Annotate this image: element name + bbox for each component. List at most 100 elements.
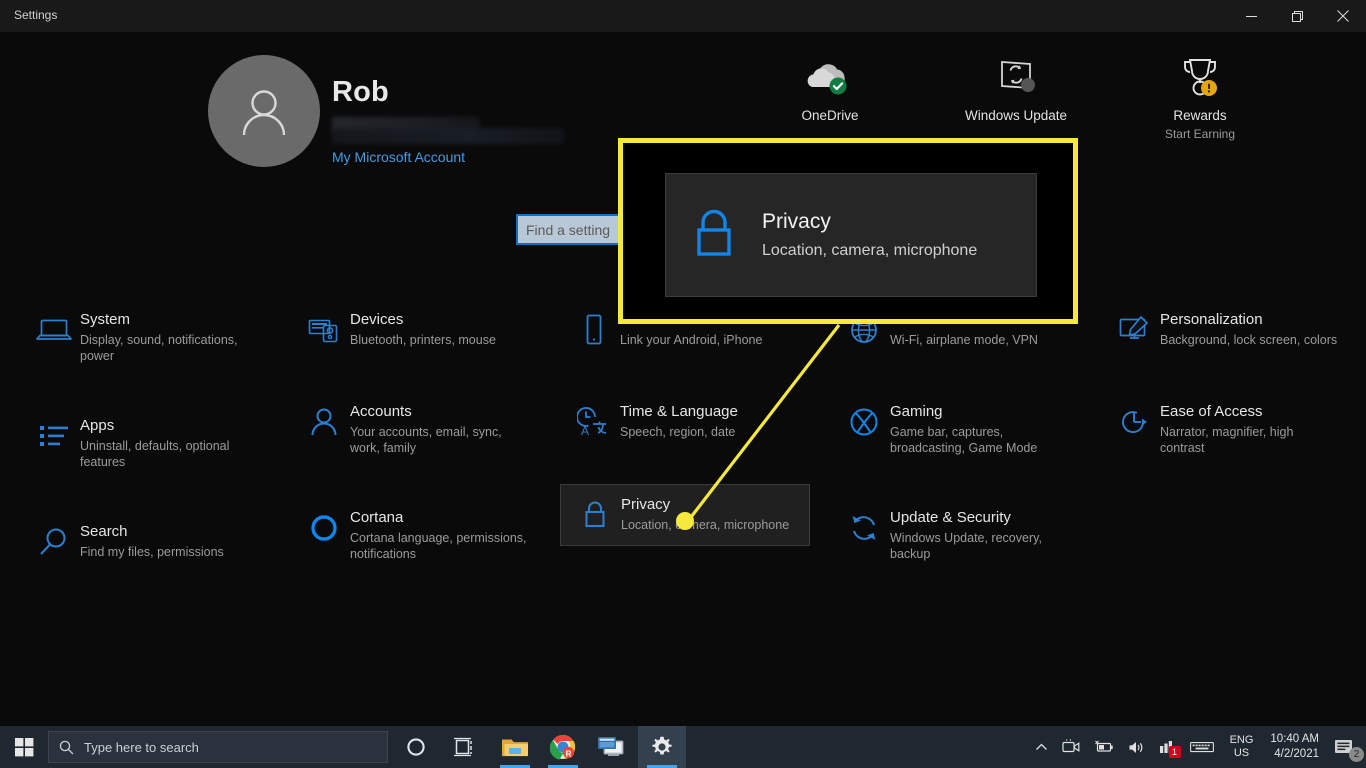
close-button[interactable] xyxy=(1320,0,1366,32)
task-view-icon xyxy=(454,737,472,757)
taskbar-cortana-button[interactable] xyxy=(392,726,440,768)
tile-sub: Speech, region, date xyxy=(620,425,736,439)
privacy-callout-tile[interactable]: Privacy Location, camera, microphone xyxy=(665,173,1037,297)
status-label: Rewards xyxy=(1173,108,1227,123)
settings-tile-devices[interactable]: Devices Bluetooth, printers, mouse xyxy=(290,300,540,360)
settings-tile-privacy[interactable]: Privacy Location, camera, microphone xyxy=(560,484,810,546)
tile-sub: Cortana language, permissions, notificat… xyxy=(350,531,527,561)
search-icon xyxy=(59,740,74,754)
time-language-icon: A xyxy=(568,402,620,442)
taskbar-task-view-button[interactable] xyxy=(440,726,488,768)
action-center-button[interactable]: 2 xyxy=(1327,726,1366,768)
file-explorer-icon xyxy=(502,739,528,756)
xbox-icon xyxy=(838,402,890,442)
minimize-button[interactable] xyxy=(1228,0,1274,32)
start-button[interactable] xyxy=(0,726,48,768)
restore-button[interactable] xyxy=(1274,0,1320,32)
clock[interactable]: 10:40 AM 4/2/2021 xyxy=(1262,732,1327,762)
lock-icon xyxy=(666,205,762,265)
taskbar-file-explorer-button[interactable] xyxy=(491,726,539,768)
remote-desktop-icon xyxy=(598,737,624,756)
my-microsoft-account-link[interactable]: My Microsoft Account xyxy=(332,149,465,165)
tile-title: Ease of Access xyxy=(1160,403,1263,420)
tile-sub: Display, sound, notifications, power xyxy=(80,333,238,363)
settings-tile-personalization[interactable]: Personalization Background, lock screen,… xyxy=(1100,300,1350,360)
tile-sub: Game bar, captures, broadcasting, Game M… xyxy=(890,425,1038,455)
taskbar: Type here to search R 1 ENG US 10:40 AM … xyxy=(0,726,1366,768)
callout-sub: Location, camera, microphone xyxy=(762,241,978,259)
status-item-windows-update[interactable]: Windows Update xyxy=(926,52,1106,127)
onedrive-cloud-icon xyxy=(740,52,920,102)
keyboard-icon[interactable] xyxy=(1183,726,1221,768)
settings-tile-update-security[interactable]: Update & Security Windows Update, recove… xyxy=(830,498,1080,572)
language-indicator[interactable]: ENG US xyxy=(1221,734,1263,760)
grid-column-2: Devices Bluetooth, printers, mouse Accou… xyxy=(290,300,560,572)
settings-tile-accounts[interactable]: Accounts Your accounts, email, sync, wor… xyxy=(290,392,540,466)
tile-sub: Background, lock screen, colors xyxy=(1160,333,1338,347)
notification-count-badge: 2 xyxy=(1349,747,1364,762)
tile-title: System xyxy=(80,311,131,328)
settings-window: Settings Rob My Microsoft Account OneDri… xyxy=(0,0,1366,768)
settings-gear-icon xyxy=(652,736,672,755)
battery-icon[interactable] xyxy=(1087,726,1121,768)
chevron-up-icon[interactable] xyxy=(1028,726,1055,768)
windows-start-icon xyxy=(14,737,33,756)
chrome-icon: R xyxy=(550,734,576,760)
title-bar: Settings xyxy=(0,0,1366,32)
tile-sub: Uninstall, defaults, optional features xyxy=(80,439,230,469)
status-label: Windows Update xyxy=(964,108,1068,123)
tile-sub: Link your Android, iPhone xyxy=(620,333,763,347)
volume-icon[interactable] xyxy=(1121,726,1152,768)
tile-title: Privacy xyxy=(621,496,671,513)
rewards-trophy-icon xyxy=(1110,52,1290,102)
tile-title: Update & Security xyxy=(890,509,1011,526)
tile-sub: Find my files, permissions xyxy=(80,545,224,559)
network-badge: 1 xyxy=(1168,746,1181,758)
tile-sub: Your accounts, email, sync, work, family xyxy=(350,425,502,455)
settings-tile-apps[interactable]: Apps Uninstall, defaults, optional featu… xyxy=(20,406,270,480)
avatar[interactable] xyxy=(208,55,320,167)
status-item-onedrive[interactable]: OneDrive xyxy=(740,52,920,127)
clock-time: 10:40 AM xyxy=(1270,733,1319,745)
language-line-2: US xyxy=(1233,747,1250,759)
apps-list-icon xyxy=(28,416,80,456)
tile-sub: Narrator, magnifier, high contrast xyxy=(1160,425,1294,455)
person-avatar-icon xyxy=(242,90,286,136)
taskbar-settings-button[interactable] xyxy=(638,726,686,768)
tile-sub: Bluetooth, printers, mouse xyxy=(350,333,496,347)
grid-column-4: Network & Internet Wi-Fi, airplane mode,… xyxy=(830,300,1100,572)
grid-column-5: Personalization Background, lock screen,… xyxy=(1100,300,1366,466)
account-header: Rob My Microsoft Account xyxy=(208,55,688,170)
tile-title: Search xyxy=(80,523,128,540)
tile-title: Devices xyxy=(350,311,404,328)
settings-tile-system[interactable]: System Display, sound, notifications, po… xyxy=(20,300,270,374)
taskbar-search-placeholder: Type here to search xyxy=(84,739,199,755)
settings-tile-time-language[interactable]: A Time & Language Speech, region, date xyxy=(560,392,810,452)
privacy-callout-box: Privacy Location, camera, microphone xyxy=(618,138,1078,324)
magnifier-icon xyxy=(28,522,80,562)
account-name: Rob xyxy=(332,76,389,108)
svg-text:A: A xyxy=(581,424,589,438)
status-item-rewards[interactable]: Rewards Start Earning xyxy=(1110,52,1290,141)
grid-column-3: Phone Link your Android, iPhone A Time &… xyxy=(560,300,830,546)
system-tray: 1 ENG US 10:40 AM 4/2/2021 2 xyxy=(1028,726,1366,768)
person-icon xyxy=(298,402,350,442)
tile-title: Accounts xyxy=(350,403,412,420)
settings-tile-ease-of-access[interactable]: Ease of Access Narrator, magnifier, high… xyxy=(1100,392,1350,466)
lock-icon xyxy=(569,495,621,535)
cortana-ring-icon xyxy=(298,508,350,548)
tile-sub: Windows Update, recovery, backup xyxy=(890,531,1042,561)
ease-of-access-icon xyxy=(1108,402,1160,442)
personalization-icon xyxy=(1108,310,1160,350)
taskbar-search-box[interactable]: Type here to search xyxy=(48,731,388,763)
settings-tile-search[interactable]: Search Find my files, permissions xyxy=(20,512,270,572)
settings-tile-cortana[interactable]: Cortana Cortana language, permissions, n… xyxy=(290,498,540,572)
settings-tile-gaming[interactable]: Gaming Game bar, captures, broadcasting,… xyxy=(830,392,1080,466)
devices-icon xyxy=(298,310,350,350)
tile-title: Personalization xyxy=(1160,311,1263,328)
taskbar-remote-desktop-button[interactable] xyxy=(587,726,635,768)
account-email-redacted-2 xyxy=(332,128,564,144)
taskbar-chrome-button[interactable]: R xyxy=(539,726,587,768)
webcam-icon[interactable] xyxy=(1055,726,1087,768)
network-icon[interactable]: 1 xyxy=(1152,726,1183,768)
